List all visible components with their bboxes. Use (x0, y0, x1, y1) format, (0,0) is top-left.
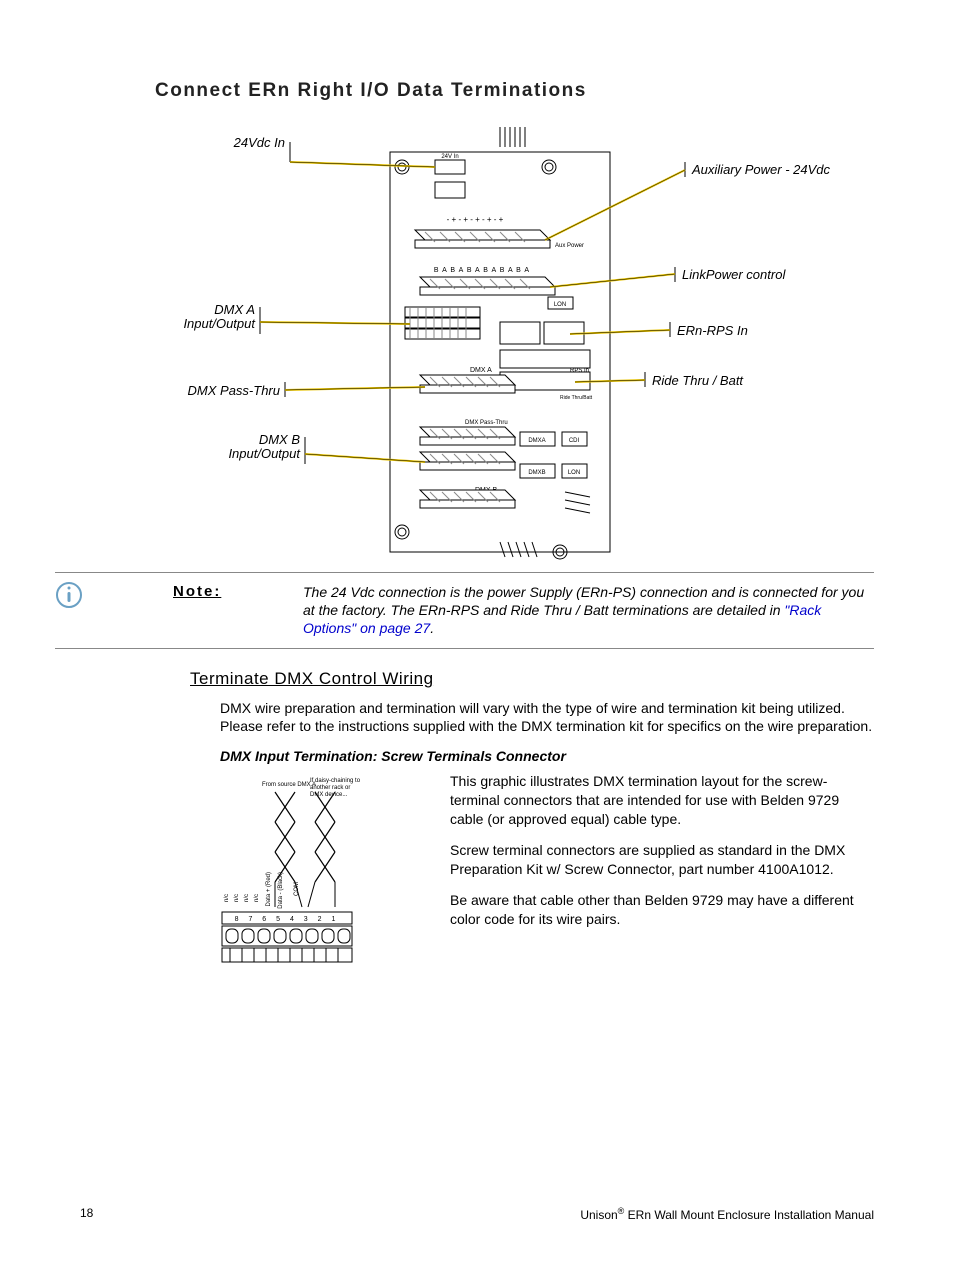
label-data-minus: Data - (Black) (278, 872, 284, 909)
board-label-lon2: LON (568, 470, 580, 476)
board-label-ride: Ride Thru/Batt (560, 395, 593, 401)
callout-aux-power: Auxiliary Power - 24Vdc (691, 162, 830, 177)
dmx-terminal-graphic: From source DMX A If daisy-chaining toan… (220, 772, 420, 977)
board-label-aux: Aux Power (555, 243, 584, 249)
label-data-plus: Data + (Red) (266, 872, 272, 907)
section-title: Connect ERn Right I/O Data Terminations (155, 80, 874, 102)
callout-dmx-a-io: DMX AInput/Output (183, 302, 256, 331)
board-label-cdi: CDI (569, 438, 580, 444)
callout-ride-thru: Ride Thru / Batt (652, 373, 744, 388)
label-nc4: n/c (254, 894, 260, 902)
board-label-pass: DMX Pass-Thru (465, 420, 508, 426)
label-from-source: From source DMX A (262, 782, 316, 788)
label-daisy: If daisy-chaining toanother rack orDMX d… (310, 778, 361, 798)
dmx-para-2: Screw terminal connectors are supplied a… (450, 841, 874, 879)
board-label-lon: LON (554, 302, 566, 308)
board-label-rps: RPS In (570, 368, 589, 374)
board-label-bababa: B A B A B A B A B A B A (434, 267, 530, 274)
terminal-numbers: 8 7 6 5 4 3 2 1 (235, 916, 340, 923)
note-label: Note: (173, 583, 283, 600)
info-icon (55, 581, 83, 614)
callout-24vdc-in: 24Vdc In (233, 135, 285, 150)
page-number: 18 (80, 1206, 93, 1222)
callout-dmx-pass: DMX Pass-Thru (188, 383, 280, 398)
note-block: Note: The 24 Vdc connection is the power… (55, 572, 874, 649)
dmx-screw-heading: DMX Input Termination: Screw Terminals C… (220, 748, 874, 764)
note-text: The 24 Vdc connection is the power Suppl… (303, 583, 874, 638)
dmx-para-1: This graphic illustrates DMX termination… (450, 772, 874, 829)
board-label-dmxa: DMX A (470, 367, 492, 374)
paragraph-dmx-intro: DMX wire preparation and termination wil… (220, 699, 874, 737)
polarity-row: - + - + - + - + - + (447, 215, 504, 224)
callout-rps-in: ERn-RPS In (677, 323, 748, 338)
callout-linkpower: LinkPower control (682, 267, 786, 282)
label-nc1: n/c (224, 894, 230, 902)
board-label-dmxa2: DMXA (528, 438, 545, 444)
page-footer: 18 Unison® ERn Wall Mount Enclosure Inst… (80, 1206, 874, 1222)
dmx-para-3: Be aware that cable other than Belden 97… (450, 891, 874, 929)
callout-dmx-b-io: DMX BInput/Output (228, 432, 301, 461)
io-board-diagram: 24V In - + - + - + - + - + Aux Power (80, 112, 880, 562)
sub-heading-terminate: Terminate DMX Control Wiring (190, 669, 874, 689)
board-label-dmxb2: DMXB (528, 470, 545, 476)
footer-title: Unison® ERn Wall Mount Enclosure Install… (580, 1206, 874, 1222)
label-com: COM (294, 882, 300, 896)
board-label-24vin: 24V In (441, 154, 458, 160)
label-nc2: n/c (234, 894, 240, 902)
label-nc3: n/c (244, 894, 250, 902)
